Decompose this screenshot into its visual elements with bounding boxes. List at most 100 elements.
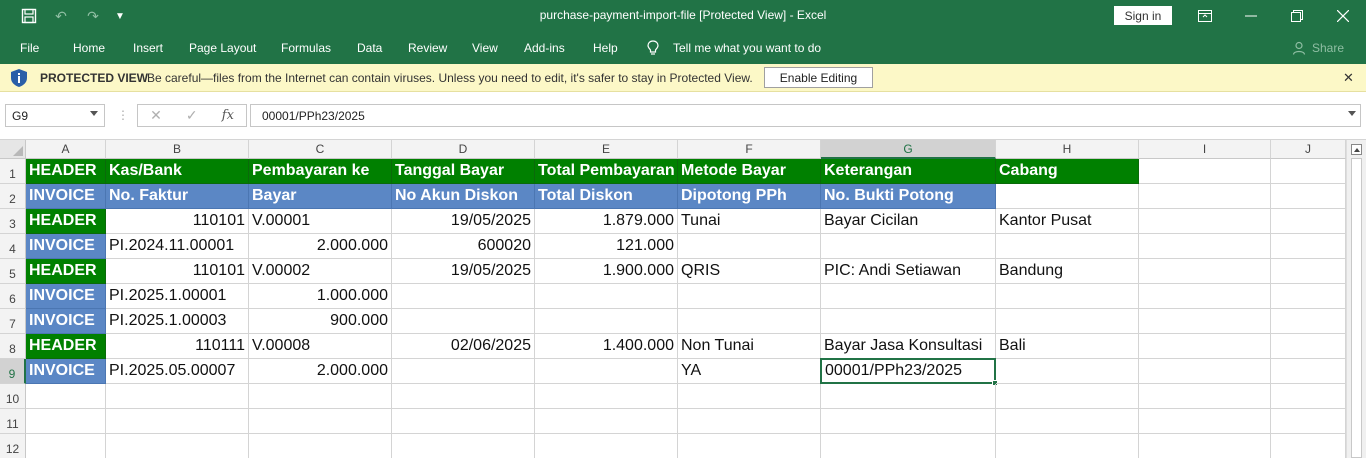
cell-a4[interactable]: INVOICE [26, 234, 106, 259]
cell-f1[interactable]: Metode Bayar [678, 159, 821, 184]
cell-f12[interactable] [678, 434, 821, 458]
sign-in-button[interactable]: Sign in [1114, 6, 1172, 25]
cell-g6[interactable] [821, 284, 996, 309]
cell-j6[interactable] [1271, 284, 1346, 309]
row-header-9[interactable]: 9 [0, 359, 26, 384]
cell-j4[interactable] [1271, 234, 1346, 259]
column-header-e[interactable]: E [535, 140, 678, 159]
column-header-i[interactable]: I [1139, 140, 1271, 159]
cell-f8[interactable]: Non Tunai [678, 334, 821, 359]
cell-i10[interactable] [1139, 384, 1271, 409]
row-header-6[interactable]: 6 [0, 284, 26, 309]
cell-b11[interactable] [106, 409, 249, 434]
cell-e7[interactable] [535, 309, 678, 334]
cell-j5[interactable] [1271, 259, 1346, 284]
cell-i8[interactable] [1139, 334, 1271, 359]
cell-d7[interactable] [392, 309, 535, 334]
cell-f10[interactable] [678, 384, 821, 409]
tell-me-search[interactable]: Tell me what you want to do [673, 41, 821, 55]
row-header-2[interactable]: 2 [0, 184, 26, 209]
cell-d9[interactable] [392, 359, 535, 384]
cell-d3[interactable]: 19/05/2025 [392, 209, 535, 234]
cell-c2[interactable]: Bayar [249, 184, 392, 209]
cell-d2[interactable]: No Akun Diskon [392, 184, 535, 209]
tab-add-ins[interactable]: Add-ins [524, 41, 565, 55]
tab-view[interactable]: View [472, 41, 498, 55]
row-header-1[interactable]: 1 [0, 159, 26, 184]
cell-b4[interactable]: PI.2024.11.00001 [106, 234, 249, 259]
cell-c4[interactable]: 2.000.000 [249, 234, 392, 259]
cell-d6[interactable] [392, 284, 535, 309]
cell-a7[interactable]: INVOICE [26, 309, 106, 334]
cell-j11[interactable] [1271, 409, 1346, 434]
cell-g4[interactable] [821, 234, 996, 259]
scroll-thumb[interactable] [1351, 158, 1362, 458]
cell-e12[interactable] [535, 434, 678, 458]
cell-j12[interactable] [1271, 434, 1346, 458]
tab-help[interactable]: Help [593, 41, 618, 55]
insert-function-icon[interactable]: fx [222, 108, 234, 123]
cell-g11[interactable] [821, 409, 996, 434]
cell-a10[interactable] [26, 384, 106, 409]
cell-i6[interactable] [1139, 284, 1271, 309]
cell-c8[interactable]: V.00008 [249, 334, 392, 359]
cell-g7[interactable] [821, 309, 996, 334]
row-header-3[interactable]: 3 [0, 209, 26, 234]
cell-h9[interactable] [996, 359, 1139, 384]
cell-i1[interactable] [1139, 159, 1271, 184]
cell-a1[interactable]: HEADER [26, 159, 106, 184]
cell-h10[interactable] [996, 384, 1139, 409]
cell-f3[interactable]: Tunai [678, 209, 821, 234]
enter-icon[interactable]: ✓ [186, 107, 198, 124]
row-header-7[interactable]: 7 [0, 309, 26, 334]
cell-h7[interactable] [996, 309, 1139, 334]
tab-home[interactable]: Home [73, 41, 105, 55]
cell-f9[interactable]: YA [678, 359, 821, 384]
expand-formula-bar-icon[interactable] [1348, 111, 1356, 116]
tab-insert[interactable]: Insert [133, 41, 163, 55]
cell-a9[interactable]: INVOICE [26, 359, 106, 384]
cell-b10[interactable] [106, 384, 249, 409]
tab-review[interactable]: Review [408, 41, 447, 55]
cell-c10[interactable] [249, 384, 392, 409]
cell-i2[interactable] [1139, 184, 1271, 209]
cell-h4[interactable] [996, 234, 1139, 259]
cell-j2[interactable] [1271, 184, 1346, 209]
vertical-scrollbar[interactable] [1346, 140, 1366, 458]
cell-c1[interactable]: Pembayaran ke [249, 159, 392, 184]
cell-d10[interactable] [392, 384, 535, 409]
customize-toolbar-icon[interactable]: ▼ [109, 0, 131, 32]
cell-i3[interactable] [1139, 209, 1271, 234]
row-header-11[interactable]: 11 [0, 409, 26, 434]
cell-i4[interactable] [1139, 234, 1271, 259]
cell-g2[interactable]: No. Bukti Potong [821, 184, 996, 209]
column-header-b[interactable]: B [106, 140, 249, 159]
cell-j10[interactable] [1271, 384, 1346, 409]
cell-a2[interactable]: INVOICE [26, 184, 106, 209]
cell-a6[interactable]: INVOICE [26, 284, 106, 309]
row-header-4[interactable]: 4 [0, 234, 26, 259]
cancel-icon[interactable]: ✕ [150, 107, 162, 124]
cell-g9[interactable]: 00001/PPh23/2025 [820, 358, 996, 384]
column-header-g[interactable]: G [821, 140, 996, 159]
save-icon[interactable] [13, 0, 45, 32]
cell-d4[interactable]: 600020 [392, 234, 535, 259]
cell-h6[interactable] [996, 284, 1139, 309]
cell-h2[interactable] [996, 184, 1139, 209]
cell-b12[interactable] [106, 434, 249, 458]
cell-j9[interactable] [1271, 359, 1346, 384]
cell-h1[interactable]: Cabang [996, 159, 1139, 184]
cell-c3[interactable]: V.00001 [249, 209, 392, 234]
cell-d11[interactable] [392, 409, 535, 434]
column-header-f[interactable]: F [678, 140, 821, 159]
cell-b5[interactable]: 110101 [106, 259, 249, 284]
cell-e11[interactable] [535, 409, 678, 434]
cell-j3[interactable] [1271, 209, 1346, 234]
undo-icon[interactable]: ↶ [45, 0, 77, 32]
tab-file[interactable]: File [20, 41, 39, 55]
column-header-h[interactable]: H [996, 140, 1139, 159]
cell-b7[interactable]: PI.2025.1.00003 [106, 309, 249, 334]
cell-g8[interactable]: Bayar Jasa Konsultasi [821, 334, 996, 359]
cell-f2[interactable]: Dipotong PPh [678, 184, 821, 209]
cell-a5[interactable]: HEADER [26, 259, 106, 284]
